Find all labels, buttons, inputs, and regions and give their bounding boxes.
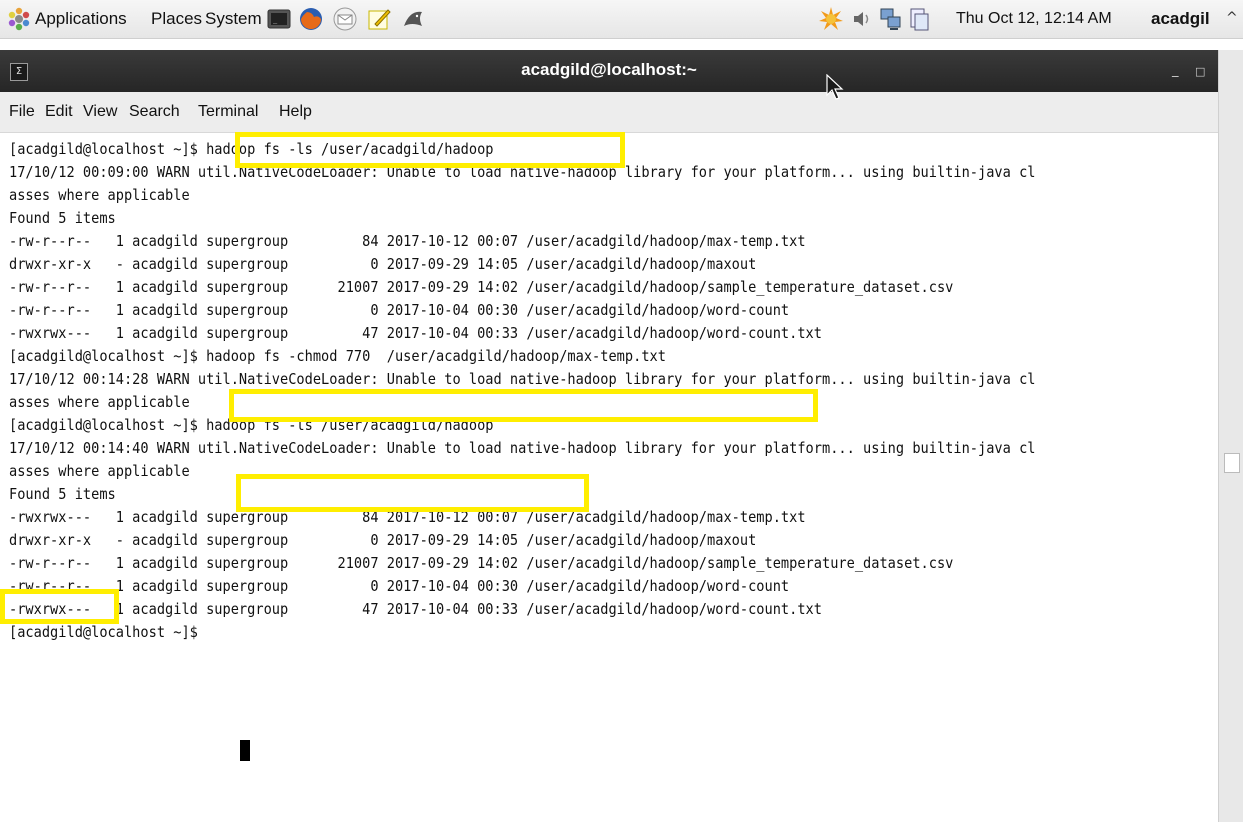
terminal-line: -rwxrwx--- 1 acadgild supergroup 47 2017… [9, 324, 822, 342]
menu-terminal[interactable]: Terminal [198, 103, 258, 121]
menu-file[interactable]: File [9, 103, 35, 121]
maximize-icon[interactable]: □ [1195, 65, 1205, 78]
terminal-line: asses where applicable [9, 393, 190, 411]
terminal-line: 17/10/12 00:14:28 WARN util.NativeCodeLo… [9, 370, 1036, 388]
menu-view[interactable]: View [83, 103, 117, 121]
terminal-line: [acadgild@localhost ~]$ hadoop fs -chmod… [9, 347, 666, 365]
highlight-box [236, 474, 589, 512]
terminal-line: Found 5 items [9, 485, 116, 503]
chevron-up-icon[interactable]: ^ [1226, 10, 1238, 26]
mouse-pointer-icon [826, 74, 844, 100]
email-icon[interactable] [332, 6, 358, 32]
text-editor-icon[interactable] [366, 6, 392, 32]
top-panel: Applications Places System _ Thu Oct 12,… [0, 0, 1243, 39]
system-menu[interactable]: System [205, 9, 262, 29]
highlight-box [229, 389, 818, 422]
terminal-line: -rw-r--r-- 1 acadgild supergroup 21007 2… [9, 554, 954, 572]
terminal-line: drwxr-xr-x - acadgild supergroup 0 2017-… [9, 531, 757, 549]
terminal-line: drwxr-xr-x - acadgild supergroup 0 2017-… [9, 255, 757, 273]
terminal-line: -rw-r--r-- 1 acadgild supergroup 0 2017-… [9, 577, 790, 595]
applications-icon[interactable] [6, 6, 32, 32]
vertical-scrollbar[interactable] [1218, 50, 1243, 822]
terminal-line: -rwxrwx--- 1 acadgild supergroup 47 2017… [9, 600, 822, 618]
terminal-line: -rw-r--r-- 1 acadgild supergroup 0 2017-… [9, 301, 790, 319]
places-menu[interactable]: Places [151, 9, 202, 29]
network-icon[interactable] [878, 6, 904, 32]
volume-icon[interactable] [848, 6, 874, 32]
highlight-box [0, 589, 119, 624]
panel-user[interactable]: acadgil [1151, 9, 1210, 29]
menu-edit[interactable]: Edit [45, 103, 73, 121]
window-title: acadgild@localhost:~ [521, 60, 697, 79]
terminal-launcher-icon[interactable]: _ [266, 6, 292, 32]
window-titlebar[interactable]: Σ acadgild@localhost:~ _ □ [0, 50, 1218, 92]
terminal-line: 17/10/12 00:14:40 WARN util.NativeCodeLo… [9, 439, 1036, 457]
menu-search[interactable]: Search [129, 103, 180, 121]
applications-menu[interactable]: Applications [35, 9, 127, 29]
clipboard-icon[interactable] [906, 6, 932, 32]
update-notifier-icon[interactable] [818, 6, 844, 32]
highlight-box [235, 132, 625, 168]
terminal-output[interactable]: [acadgild@localhost ~]$ hadoop fs -ls /u… [0, 133, 1218, 822]
panel-clock[interactable]: Thu Oct 12, 12:14 AM [956, 10, 1112, 28]
firefox-icon[interactable] [298, 6, 324, 32]
terminal-line: Found 5 items [9, 209, 116, 227]
minimize-icon[interactable]: _ [1172, 63, 1179, 78]
terminal-prompt: [acadgild@localhost ~]$ [9, 623, 207, 641]
terminal-cursor [240, 740, 250, 761]
scrollbar-thumb[interactable] [1224, 453, 1240, 473]
terminal-line: -rw-r--r-- 1 acadgild supergroup 21007 2… [9, 278, 954, 296]
terminal-line: -rw-r--r-- 1 acadgild supergroup 84 2017… [9, 232, 806, 250]
terminal-line: asses where applicable [9, 186, 190, 204]
terminal-menubar: File Edit View Search Terminal Help [0, 92, 1218, 133]
terminal-line: asses where applicable [9, 462, 190, 480]
fish-icon[interactable] [400, 6, 426, 32]
menu-help[interactable]: Help [279, 103, 312, 121]
